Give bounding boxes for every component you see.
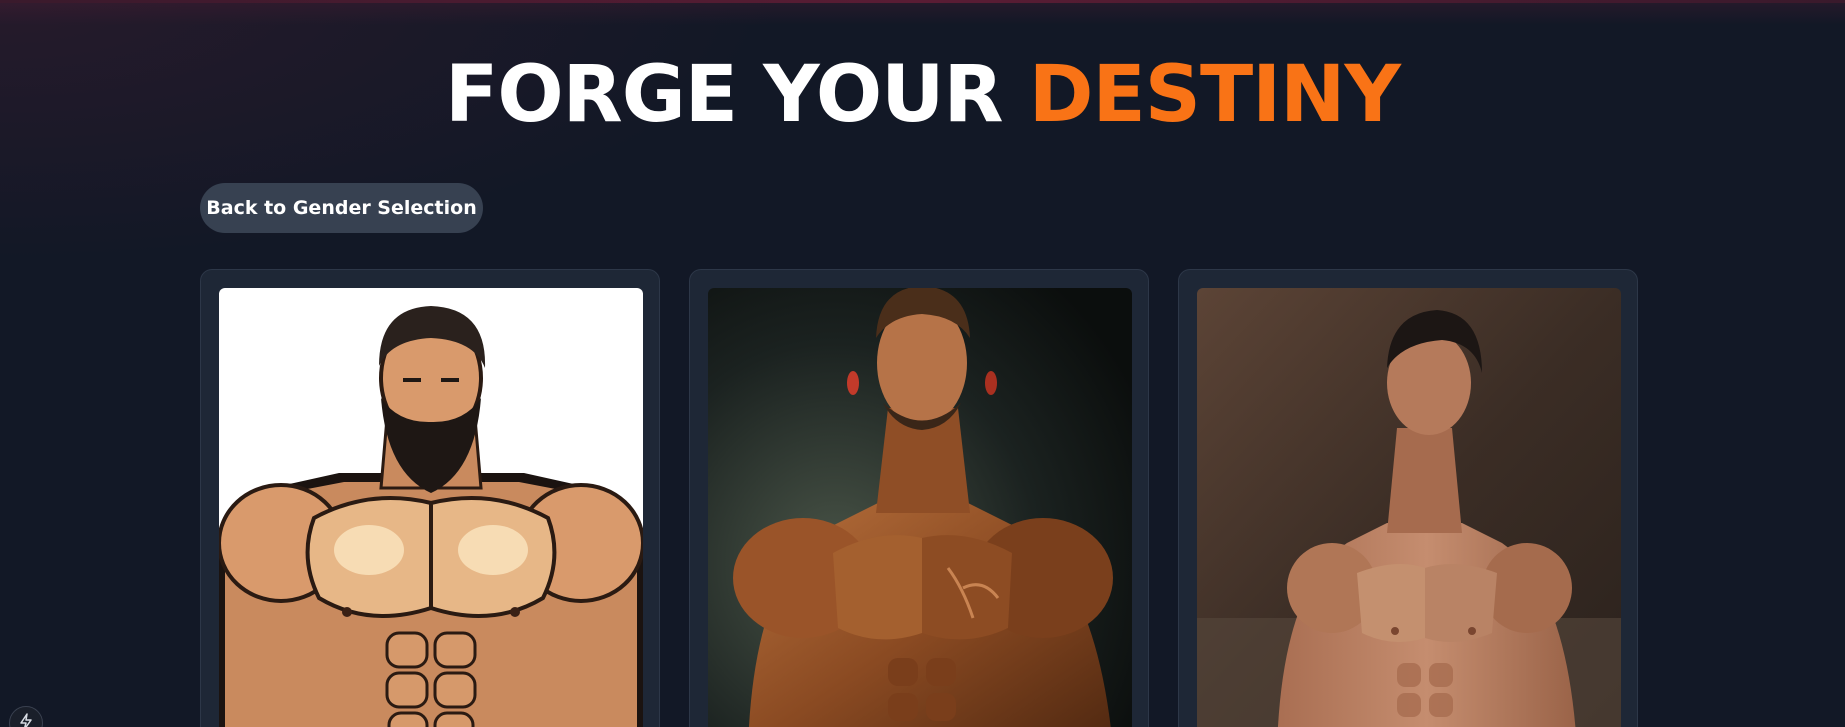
page-title: FORGE YOUR DESTINY xyxy=(0,50,1845,140)
top-glow xyxy=(0,3,1845,25)
physique-image-photographic xyxy=(1197,288,1621,727)
title-accent: DESTINY xyxy=(1028,50,1401,140)
title-main: FORGE YOUR xyxy=(445,50,1004,140)
physique-option-card-3[interactable] xyxy=(1178,269,1638,727)
page: FORGE YOUR DESTINY Back to Gender Select… xyxy=(0,0,1845,727)
physique-image-dramatic xyxy=(708,288,1132,727)
physique-option-card-2[interactable] xyxy=(689,269,1149,727)
lightning-bolt-icon[interactable] xyxy=(9,706,43,727)
back-to-gender-selection-button[interactable]: Back to Gender Selection xyxy=(200,183,483,233)
physique-image-cartoon xyxy=(219,288,643,727)
physique-option-card-1[interactable] xyxy=(200,269,660,727)
